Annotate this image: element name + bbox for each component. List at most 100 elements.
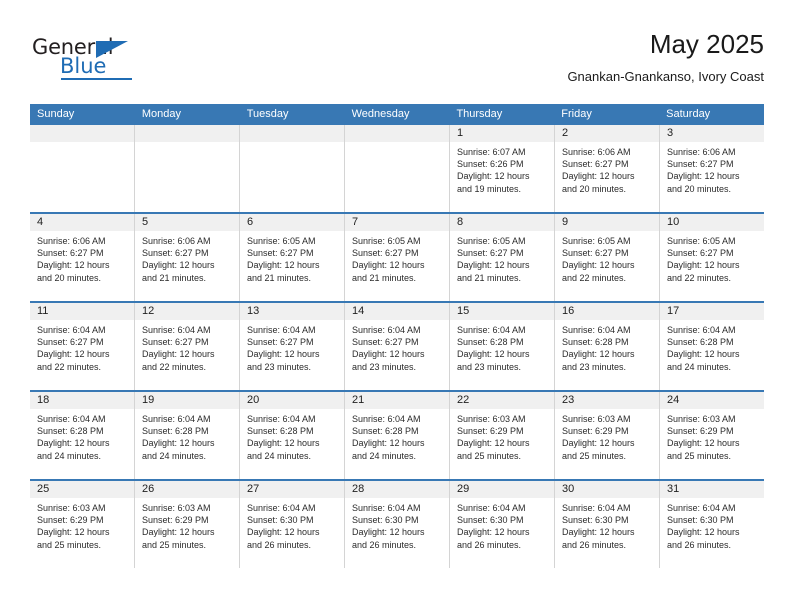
daylight-text-line2: and 26 minutes. [457,539,522,550]
day-cell[interactable]: 19 Sunrise: 6:04 AM Sunset: 6:28 PM Dayligh… [135,392,240,479]
day-cell[interactable]: 24 Sunrise: 6:03 AM Sunset: 6:29 PM Dayligh… [660,392,764,479]
daylight-text-line1: Daylight: 12 hours [457,349,530,360]
daylight-text-line2: and 22 minutes. [562,272,627,283]
logo-underline [61,78,132,80]
sunrise-text: Sunrise: 6:04 AM [142,325,211,335]
sunset-text: Sunset: 6:28 PM [37,426,104,437]
sunset-text: Sunset: 6:27 PM [37,337,104,348]
weekday-header-sunday: Sunday [37,108,75,120]
day-cell[interactable]: 8 Sunrise: 6:05 AM Sunset: 6:27 PM Daylight… [450,214,555,301]
day-sun-info: Sunrise: 6:07 AM Sunset: 6:26 PM Daylight:… [450,142,554,195]
daylight-text-line1: Daylight: 12 hours [37,349,110,360]
sunset-text: Sunset: 6:30 PM [457,515,524,526]
sunrise-text: Sunrise: 6:06 AM [562,147,631,157]
daylight-text-line1: Daylight: 12 hours [142,260,215,271]
page-title: May 2025 [649,29,764,59]
day-cell[interactable]: 9 Sunrise: 6:05 AM Sunset: 6:27 PM Daylight… [555,214,660,301]
general-blue-logo[interactable]: General Blue [30,36,230,88]
sunrise-text: Sunrise: 6:06 AM [37,236,106,246]
weekday-header-monday: Monday [141,108,181,120]
day-cell[interactable]: 21 Sunrise: 6:04 AM Sunset: 6:28 PM Dayligh… [345,392,450,479]
daylight-text-line1: Daylight: 12 hours [247,349,320,360]
sunset-text: Sunset: 6:27 PM [247,337,314,348]
day-cell-empty [240,125,345,212]
day-cell[interactable]: 25 Sunrise: 6:03 AM Sunset: 6:29 PM Dayligh… [30,481,135,568]
day-cell[interactable]: 29 Sunrise: 6:04 AM Sunset: 6:30 PM Dayligh… [450,481,555,568]
day-cell[interactable]: 31 Sunrise: 6:04 AM Sunset: 6:30 PM Dayligh… [660,481,764,568]
logo-text-blue: Blue [60,54,107,78]
day-cell[interactable]: 15 Sunrise: 6:04 AM Sunset: 6:28 PM Dayligh… [450,303,555,390]
day-cell[interactable]: 26 Sunrise: 6:03 AM Sunset: 6:29 PM Dayligh… [135,481,240,568]
day-cell[interactable]: 17 Sunrise: 6:04 AM Sunset: 6:28 PM Dayligh… [660,303,764,390]
title-block: May 2025 Gnankan-Gnankanso, Ivory Coast [567,28,764,85]
day-cell[interactable]: 20 Sunrise: 6:04 AM Sunset: 6:28 PM Dayligh… [240,392,345,479]
day-number: 13 [240,303,344,320]
daylight-text-line2: and 21 minutes. [352,272,417,283]
daylight-text-line2: and 22 minutes. [667,272,732,283]
day-cell[interactable]: 23 Sunrise: 6:03 AM Sunset: 6:29 PM Dayligh… [555,392,660,479]
day-cell[interactable]: 4 Sunrise: 6:06 AM Sunset: 6:27 PM Daylight… [30,214,135,301]
sunset-text: Sunset: 6:27 PM [457,248,524,259]
sunrise-text: Sunrise: 6:03 AM [562,414,631,424]
sunset-text: Sunset: 6:27 PM [352,337,419,348]
day-sun-info: Sunrise: 6:05 AM Sunset: 6:27 PM Daylight:… [555,231,659,284]
daylight-text-line2: and 23 minutes. [247,361,312,372]
daylight-text-line2: and 21 minutes. [142,272,207,283]
weekday-header-tuesday: Tuesday [246,108,289,120]
sunset-text: Sunset: 6:27 PM [142,248,209,259]
sunset-text: Sunset: 6:29 PM [37,515,104,526]
day-number: 5 [135,214,239,231]
daylight-text-line1: Daylight: 12 hours [562,438,635,449]
sunrise-text: Sunrise: 6:03 AM [667,414,736,424]
day-cell[interactable]: 10 Sunrise: 6:05 AM Sunset: 6:27 PM Dayligh… [660,214,764,301]
day-cell-empty [345,125,450,212]
daylight-text-line2: and 25 minutes. [37,539,102,550]
sunset-text: Sunset: 6:29 PM [667,426,734,437]
day-cell[interactable]: 13 Sunrise: 6:04 AM Sunset: 6:27 PM Dayligh… [240,303,345,390]
sunset-text: Sunset: 6:29 PM [142,515,209,526]
daylight-text-line1: Daylight: 12 hours [352,527,425,538]
day-cell[interactable]: 12 Sunrise: 6:04 AM Sunset: 6:27 PM Dayligh… [135,303,240,390]
day-cell[interactable]: 30 Sunrise: 6:04 AM Sunset: 6:30 PM Dayligh… [555,481,660,568]
weekday-header-friday: Friday [561,108,592,120]
sunset-text: Sunset: 6:30 PM [667,515,734,526]
day-number: 22 [450,392,554,409]
day-number: 7 [345,214,449,231]
day-number: 30 [555,481,659,498]
sunset-text: Sunset: 6:28 PM [247,426,314,437]
day-cell-empty [135,125,240,212]
day-cell[interactable]: 6 Sunrise: 6:05 AM Sunset: 6:27 PM Daylight… [240,214,345,301]
day-cell[interactable]: 7 Sunrise: 6:05 AM Sunset: 6:27 PM Daylight… [345,214,450,301]
day-cell[interactable]: 27 Sunrise: 6:04 AM Sunset: 6:30 PM Dayligh… [240,481,345,568]
day-cell[interactable]: 2 Sunrise: 6:06 AM Sunset: 6:27 PM Daylight… [555,125,660,212]
sunset-text: Sunset: 6:27 PM [37,248,104,259]
day-number: 11 [30,303,134,320]
day-cell[interactable]: 28 Sunrise: 6:04 AM Sunset: 6:30 PM Dayligh… [345,481,450,568]
day-cell[interactable]: 18 Sunrise: 6:04 AM Sunset: 6:28 PM Dayligh… [30,392,135,479]
day-cell[interactable]: 14 Sunrise: 6:04 AM Sunset: 6:27 PM Dayligh… [345,303,450,390]
day-number: 26 [135,481,239,498]
sunset-text: Sunset: 6:30 PM [247,515,314,526]
sunrise-text: Sunrise: 6:06 AM [142,236,211,246]
day-cell[interactable]: 5 Sunrise: 6:06 AM Sunset: 6:27 PM Daylight… [135,214,240,301]
day-sun-info: Sunrise: 6:04 AM Sunset: 6:30 PM Daylight:… [450,498,554,551]
daylight-text-line1: Daylight: 12 hours [457,527,530,538]
day-cell[interactable]: 3 Sunrise: 6:06 AM Sunset: 6:27 PM Daylight… [660,125,764,212]
sunrise-text: Sunrise: 6:05 AM [562,236,631,246]
daylight-text-line1: Daylight: 12 hours [37,260,110,271]
day-cell[interactable]: 11 Sunrise: 6:04 AM Sunset: 6:27 PM Dayligh… [30,303,135,390]
day-cell[interactable]: 22 Sunrise: 6:03 AM Sunset: 6:29 PM Dayligh… [450,392,555,479]
day-sun-info: Sunrise: 6:04 AM Sunset: 6:27 PM Daylight:… [30,320,134,373]
calendar-week-row: 18 Sunrise: 6:04 AM Sunset: 6:28 PM Dayligh… [30,390,764,479]
day-number: 27 [240,481,344,498]
sunset-text: Sunset: 6:28 PM [457,337,524,348]
day-sun-info: Sunrise: 6:03 AM Sunset: 6:29 PM Daylight:… [450,409,554,462]
day-cell[interactable]: 1 Sunrise: 6:07 AM Sunset: 6:26 PM Daylight… [450,125,555,212]
daylight-text-line2: and 20 minutes. [562,183,627,194]
day-sun-info: Sunrise: 6:03 AM Sunset: 6:29 PM Daylight:… [555,409,659,462]
sunrise-text: Sunrise: 6:04 AM [352,325,421,335]
calendar-week-row: 11 Sunrise: 6:04 AM Sunset: 6:27 PM Dayligh… [30,301,764,390]
day-cell[interactable]: 16 Sunrise: 6:04 AM Sunset: 6:28 PM Dayligh… [555,303,660,390]
day-sun-info: Sunrise: 6:04 AM Sunset: 6:28 PM Daylight:… [345,409,449,462]
day-number: 4 [30,214,134,231]
